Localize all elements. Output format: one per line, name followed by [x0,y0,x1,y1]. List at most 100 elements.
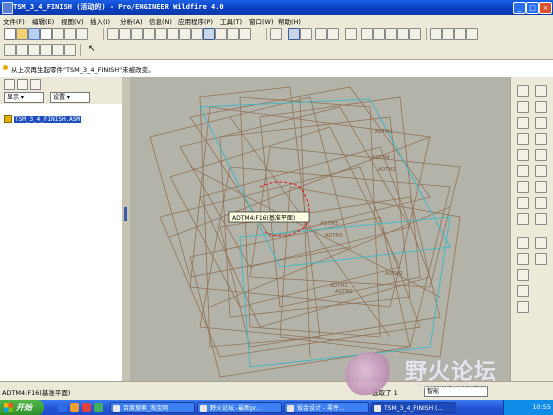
sheetmetal-icon[interactable] [517,165,529,177]
flatten-icon[interactable] [517,269,529,281]
corner-relief-icon[interactable] [517,213,529,225]
plane-icon[interactable] [535,85,547,97]
context-help-icon[interactable]: ↖ [88,44,98,54]
settings-dropdown[interactable]: 设置 ▾ [50,92,90,103]
regenerate-icon[interactable] [179,28,191,40]
find-icon[interactable] [203,28,215,40]
form-icon[interactable] [535,237,547,249]
menu-edit[interactable]: 编辑(E) [32,16,54,26]
print-icon[interactable] [40,28,52,40]
sketch-icon[interactable] [517,85,529,97]
paste-icon[interactable] [155,28,167,40]
axis-icon[interactable] [517,101,529,113]
folder-browser-tab-icon[interactable] [17,79,28,90]
favorites-tab-icon[interactable] [30,79,41,90]
menu-file[interactable]: 文件(F) [3,16,25,26]
cut-icon[interactable] [131,28,143,40]
unbend-icon[interactable] [517,197,529,209]
zoom-in-icon[interactable] [315,28,327,40]
curve-icon[interactable] [517,117,529,129]
paste-special-icon[interactable] [167,28,179,40]
menu-info[interactable]: 信息(N) [149,16,172,26]
deform-icon[interactable] [517,301,529,313]
datum-points-icon[interactable] [28,44,40,56]
open-file-icon[interactable] [16,28,28,40]
rip-icon[interactable] [535,213,547,225]
model-tree-tab-icon[interactable] [4,79,15,90]
panel-splitter[interactable] [122,77,130,381]
edge-bend-icon[interactable] [517,285,529,297]
graphics-window[interactable]: ADTM1 ADTM4 ADTM1 ADTM3 ADTM3 ADTM1 ADTM… [130,77,510,381]
email-link-icon[interactable] [64,28,76,40]
merge-icon[interactable] [517,237,529,249]
zoom-out-icon[interactable] [327,28,339,40]
coordinate-system-icon[interactable] [40,44,52,56]
email-icon[interactable] [52,28,64,40]
orient-mode-icon[interactable] [300,28,312,40]
taskbar-item[interactable]: 钣金设计 - 零件... [284,402,369,413]
toolbar-separator [266,28,267,40]
menu-insert[interactable]: 插入(I) [90,16,110,26]
analysis-feature-icon[interactable] [517,133,529,145]
shading-icon[interactable] [466,28,478,40]
spin-center-display-icon[interactable] [64,44,76,56]
menu-view[interactable]: 视图(V) [61,16,84,26]
taskbar-item[interactable]: 百度搜索_淘宝网 [110,402,195,413]
hidden-line-icon[interactable] [442,28,454,40]
datum-point-icon[interactable] [517,149,529,161]
wireframe-icon[interactable] [430,28,442,40]
new-file-icon[interactable] [4,28,16,40]
info-icon [3,65,8,70]
redo-icon[interactable] [119,28,131,40]
coord-icon[interactable] [535,133,547,145]
menu-window[interactable]: 窗口(W) [249,16,274,26]
quicklaunch-icon[interactable] [82,403,91,412]
datum-axes-icon[interactable] [16,44,28,56]
maximize-button[interactable]: □ [526,2,539,14]
binoculars-icon[interactable] [227,28,239,40]
selection-icon[interactable] [215,28,227,40]
extrude-icon[interactable] [517,181,529,193]
select-box-icon[interactable] [239,28,251,40]
collapse-grip-icon[interactable] [124,207,127,221]
watermark: 野火论坛 www.proewildfire.cn [345,350,545,400]
refit-icon[interactable] [345,28,357,40]
datum-planes-icon[interactable] [4,44,16,56]
bend-back-icon[interactable] [535,197,547,209]
close-button[interactable]: × [539,2,552,14]
layers-icon[interactable] [385,28,397,40]
quicklaunch-icon[interactable] [94,403,103,412]
scissors-icon[interactable] [76,28,88,40]
repaint-icon[interactable] [270,28,282,40]
menu-analysis[interactable]: 分析(A) [120,16,143,26]
taskbar-item-active[interactable]: TSM_3_4_FINISH (... [371,402,456,413]
save-icon[interactable] [28,28,40,40]
bend-icon[interactable] [535,181,547,193]
reorient-icon[interactable] [361,28,373,40]
taskbar-item[interactable]: 野火论坛 -最新pr... [197,402,282,413]
menu-tools[interactable]: 工具(T) [220,16,242,26]
regen-manager-icon[interactable] [191,28,203,40]
no-hidden-icon[interactable] [454,28,466,40]
menu-help[interactable]: 帮助(H) [278,16,301,26]
saved-views-icon[interactable] [373,28,385,40]
quicklaunch-icon[interactable] [70,403,79,412]
spin-center-icon[interactable] [288,28,300,40]
appearance-icon[interactable] [409,28,421,40]
datum-offset-icon[interactable] [535,149,547,161]
punch-icon[interactable] [517,253,529,265]
undo-icon[interactable] [107,28,119,40]
minimize-button[interactable]: _ [513,2,526,14]
annotation-icon[interactable] [52,44,64,56]
ie-quicklaunch-icon[interactable] [58,403,67,412]
tree-item-assembly[interactable]: TSM_3_4_FINISH.ASM [4,115,82,123]
flat-wall-icon[interactable] [535,165,547,177]
view-manager-icon[interactable] [397,28,409,40]
csys-icon[interactable] [535,117,547,129]
point-icon[interactable] [535,101,547,113]
copy-icon[interactable] [143,28,155,40]
show-dropdown[interactable]: 显示 ▾ [4,92,44,103]
start-button[interactable]: 开始 [0,400,44,415]
notch-icon[interactable] [535,253,547,265]
menu-applications[interactable]: 应用程序(P) [178,16,213,26]
